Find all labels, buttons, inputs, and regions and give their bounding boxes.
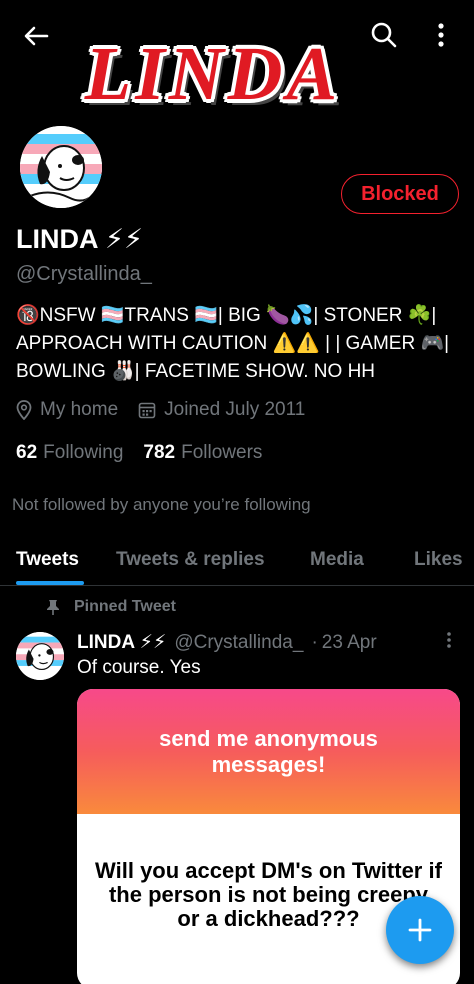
following-count: 62	[16, 442, 38, 463]
location-pin-icon	[16, 400, 32, 420]
profile-tabs: Tweets Tweets & replies Media Likes	[0, 534, 474, 586]
joined-text: Joined July 2011	[164, 399, 306, 420]
tab-tweets-replies[interactable]: Tweets & replies	[116, 534, 265, 586]
active-tab-indicator	[16, 581, 84, 585]
search-button[interactable]	[364, 16, 404, 54]
pin-icon	[47, 600, 59, 615]
banner-title: LINDA	[84, 32, 342, 116]
bio-line: 🔞NSFW 🏳️‍⚧️TRANS 🏳️‍⚧️| BIG 🍆💦| STONER ☘…	[16, 305, 437, 326]
more-options-button[interactable]	[424, 16, 458, 54]
profile-handle: @Crystallinda_	[16, 263, 152, 285]
followers-label: Followers	[181, 442, 263, 463]
following-label: Following	[43, 442, 124, 463]
pinned-label: Pinned Tweet	[74, 598, 176, 615]
tweet-dot-separator: ·	[311, 631, 318, 653]
tweet-author-handle[interactable]: @Crystallinda_	[174, 632, 303, 654]
tab-likes[interactable]: Likes	[414, 534, 463, 586]
tweet-text: Of course. Yes	[77, 657, 201, 678]
compose-tweet-button[interactable]	[386, 896, 454, 964]
snoopy-avatar	[20, 126, 102, 208]
followers-count: 782	[143, 442, 176, 463]
more-vertical-icon	[438, 23, 444, 47]
profile-meta: My home Joined July 2011	[16, 399, 325, 421]
tab-media[interactable]: Media	[310, 534, 364, 586]
tweet-avatar[interactable]	[16, 632, 64, 680]
profile-avatar[interactable]	[16, 122, 106, 212]
snoopy-avatar	[16, 632, 64, 680]
not-followed-notice: Not followed by anyone you’re following	[12, 495, 311, 514]
location-text: My home	[40, 399, 119, 420]
more-vertical-icon	[447, 632, 451, 648]
blocked-button[interactable]: Blocked	[341, 174, 459, 214]
tweet-more-button[interactable]	[438, 628, 460, 652]
tab-tweets[interactable]: Tweets	[16, 534, 79, 586]
bio-line: APPROACH WITH CAUTION ⚠️⚠️ | | GAMER 🎮|	[16, 333, 450, 354]
back-button[interactable]	[16, 18, 56, 54]
search-icon	[371, 22, 397, 48]
pinned-label-row: Pinned Tweet	[46, 598, 176, 616]
card-header: send me anonymous messages!	[77, 689, 460, 814]
profile-bio: 🔞NSFW 🏳️‍⚧️TRANS 🏳️‍⚧️| BIG 🍆💦| STONER ☘…	[16, 302, 466, 386]
profile-name: LINDA ⚡⚡	[16, 224, 143, 254]
joined-item: Joined July 2011	[138, 399, 305, 421]
arrow-left-icon	[24, 26, 49, 46]
plus-icon	[408, 918, 432, 942]
calendar-icon	[138, 402, 156, 419]
follow-stats: 62 Following 782 Followers	[16, 442, 282, 464]
tweet-author-name[interactable]: LINDA ⚡⚡	[77, 631, 166, 654]
followers-link[interactable]: 782 Followers	[143, 442, 262, 464]
bio-line: BOWLING 🎳| FACETIME SHOW. NO HH	[16, 361, 376, 382]
following-link[interactable]: 62 Following	[16, 442, 123, 464]
tweet-date[interactable]: 23 Apr	[322, 632, 377, 654]
tweet-header: LINDA ⚡⚡ @Crystallinda_ · 23 Apr	[77, 631, 377, 654]
location-item: My home	[16, 399, 118, 421]
